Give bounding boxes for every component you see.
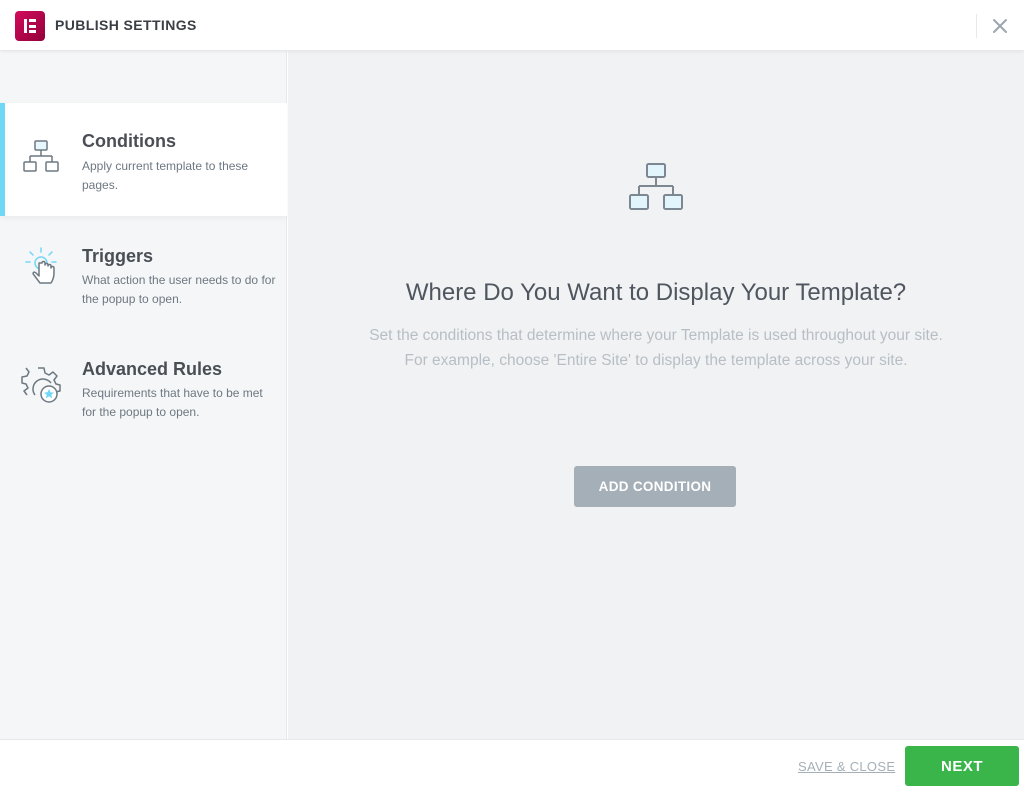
main-content: Where Do You Want to Display Your Templa… xyxy=(288,51,1024,739)
sidebar-item-triggers[interactable]: Triggers What action the user needs to d… xyxy=(0,216,287,329)
sidebar-item-description: Requirements that have to be met for the… xyxy=(82,386,263,419)
close-icon xyxy=(993,19,1007,33)
header-title: PUBLISH SETTINGS xyxy=(55,17,197,33)
sidebar-item-description: What action the user needs to do for the… xyxy=(82,273,276,306)
add-condition-button[interactable]: ADD CONDITION xyxy=(574,466,736,507)
main-description-line: Set the conditions that determine where … xyxy=(369,327,943,344)
sidebar-item-title: Conditions xyxy=(82,131,176,151)
sidebar-item-title: Triggers xyxy=(82,246,154,266)
sidebar-item-advanced-rules[interactable]: Advanced Rules Requirements that have to… xyxy=(0,329,287,442)
modal-header: PUBLISH SETTINGS xyxy=(0,0,1024,51)
main-description: Set the conditions that determine where … xyxy=(288,323,1024,373)
sidebar-item-title: Advanced Rules xyxy=(82,359,223,379)
sidebar: Conditions Apply current template to the… xyxy=(0,51,287,739)
next-button[interactable]: NEXT xyxy=(905,746,1019,786)
gear-star-icon xyxy=(21,367,61,403)
main-description-line: For example, choose 'Entire Site' to dis… xyxy=(404,352,908,369)
sidebar-item-description: Apply current template to these pages. xyxy=(82,159,249,192)
sidebar-item-conditions[interactable]: Conditions Apply current template to the… xyxy=(0,103,287,216)
close-button[interactable] xyxy=(984,10,1016,42)
sitemap-icon xyxy=(23,140,59,172)
elementor-logo-icon xyxy=(15,11,45,41)
pointer-click-icon xyxy=(25,247,57,284)
modal-footer: SAVE & CLOSE NEXT xyxy=(0,739,1024,788)
sitemap-icon xyxy=(629,163,683,210)
header-divider xyxy=(976,14,977,38)
save-close-link[interactable]: SAVE & CLOSE xyxy=(798,759,895,774)
main-title: Where Do You Want to Display Your Templa… xyxy=(405,279,907,306)
